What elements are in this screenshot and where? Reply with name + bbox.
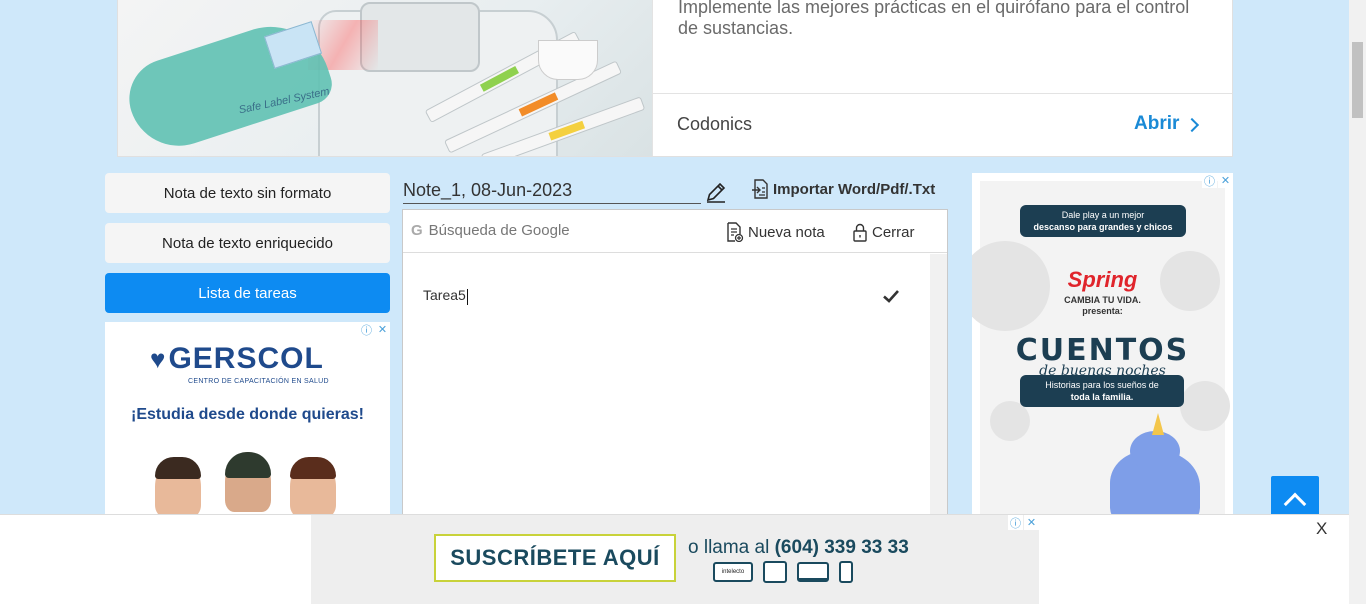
checkmark-icon[interactable] xyxy=(882,287,900,305)
ad-choices-badge[interactable]: ⓘ ✕ xyxy=(1008,515,1039,530)
close-note-button[interactable]: Cerrar xyxy=(852,222,915,242)
info-icon[interactable]: ⓘ xyxy=(1202,173,1217,188)
ad-open-button[interactable]: Abrir xyxy=(1134,113,1200,135)
google-search-placeholder: Búsqueda de Google xyxy=(428,222,570,239)
close-icon[interactable]: ✕ xyxy=(1024,515,1039,530)
info-icon[interactable]: ⓘ xyxy=(359,322,374,337)
editor-toolbar: G Búsqueda de Google Nueva nota Cerrar xyxy=(403,210,947,253)
phone-icon xyxy=(839,561,853,583)
import-file-button[interactable]: Importar Word/Pdf/.Txt xyxy=(751,179,935,199)
gerscol-subtitle: CENTRO DE CAPACITACIÓN EN SALUD xyxy=(150,378,367,385)
chevron-right-icon xyxy=(1185,117,1200,133)
left-ad-banner[interactable]: ⓘ ✕ ♥GERSCOL CENTRO DE CAPACITACIÓN EN S… xyxy=(105,322,390,522)
spring-logo: Spring xyxy=(1067,267,1138,292)
editor-scrollbar[interactable] xyxy=(930,254,947,528)
left-ad-tagline: ¡Estudia desde donde quieras! xyxy=(131,406,364,423)
right-ad-box-text: Historias para los sueños de toda la fam… xyxy=(1020,375,1184,407)
task-text[interactable]: Tarea5 xyxy=(423,287,468,305)
heart-icon: ♥ xyxy=(150,344,167,374)
menu-plain-text-note[interactable]: Nota de texto sin formato xyxy=(105,173,390,213)
laptop-icon xyxy=(797,562,829,582)
pencil-edit-icon[interactable] xyxy=(704,180,728,204)
device-icons: intelecto xyxy=(713,561,853,583)
ad-choices-badge[interactable]: ⓘ ✕ xyxy=(1202,173,1233,188)
task-item[interactable]: Tarea5 xyxy=(423,286,900,306)
ad-brand-name: Codonics xyxy=(677,114,753,134)
document-import-icon xyxy=(752,179,768,199)
google-g-icon: G xyxy=(411,222,423,239)
close-label: Cerrar xyxy=(872,223,915,241)
close-icon[interactable]: ✕ xyxy=(1218,173,1233,188)
task-editor[interactable]: G Búsqueda de Google Nueva nota Cerrar T… xyxy=(402,209,948,529)
chevron-up-icon xyxy=(1283,492,1307,516)
lock-icon xyxy=(853,223,867,242)
google-search-field[interactable]: G Búsqueda de Google xyxy=(411,222,570,239)
new-note-label: Nueva nota xyxy=(748,223,825,241)
spring-tagline: CAMBIA TU VIDA. presenta: xyxy=(1064,295,1141,316)
page-scrollbar[interactable] xyxy=(1349,0,1366,604)
ad-description: Implemente las mejores prácticas en el q… xyxy=(678,0,1190,38)
person-photo xyxy=(225,452,271,512)
phone-text: o llama al (604) 339 33 33 xyxy=(688,537,909,558)
gerscol-logo: ♥GERSCOL xyxy=(150,342,324,375)
menu-task-list[interactable]: Lista de tareas xyxy=(105,273,390,313)
right-ad-top-text: Dale play a un mejor descanso para grand… xyxy=(1020,205,1186,237)
ad-product-image[interactable]: Safe Label System xyxy=(118,0,652,156)
task-list-body[interactable]: Tarea5 xyxy=(403,254,930,528)
info-icon[interactable]: ⓘ xyxy=(1008,515,1023,530)
top-ad-banner[interactable]: Safe Label System Implemente las mejores… xyxy=(117,0,1233,157)
page-scrollbar-thumb[interactable] xyxy=(1352,42,1363,118)
note-title-input[interactable] xyxy=(403,178,701,204)
close-icon[interactable]: ✕ xyxy=(375,322,390,337)
new-note-button[interactable]: Nueva nota xyxy=(726,222,825,242)
cup-graphic xyxy=(538,40,598,80)
bottom-sticky-ad-bar: SUSCRÍBETE AQUÍ o llama al (604) 339 33 … xyxy=(0,514,1349,604)
ad-choices-badge[interactable]: ⓘ ✕ xyxy=(359,322,390,337)
ad-open-label: Abrir xyxy=(1134,113,1180,134)
person-photo xyxy=(155,457,201,517)
bottom-ad-banner[interactable]: SUSCRÍBETE AQUÍ o llama al (604) 339 33 … xyxy=(311,515,1039,604)
person-photo xyxy=(290,457,336,517)
import-label: Importar Word/Pdf/.Txt xyxy=(773,180,936,198)
menu-rich-text-note[interactable]: Nota de texto enriquecido xyxy=(105,223,390,263)
right-ad-banner[interactable]: Dale play a un mejor descanso para grand… xyxy=(972,173,1233,523)
close-sticky-ad-button[interactable]: X xyxy=(1316,519,1327,539)
new-note-icon xyxy=(727,222,744,242)
subscribe-button[interactable]: SUSCRÍBETE AQUÍ xyxy=(434,534,676,582)
intelecto-logo-icon: intelecto xyxy=(713,562,753,582)
newspaper-icon xyxy=(763,561,787,583)
